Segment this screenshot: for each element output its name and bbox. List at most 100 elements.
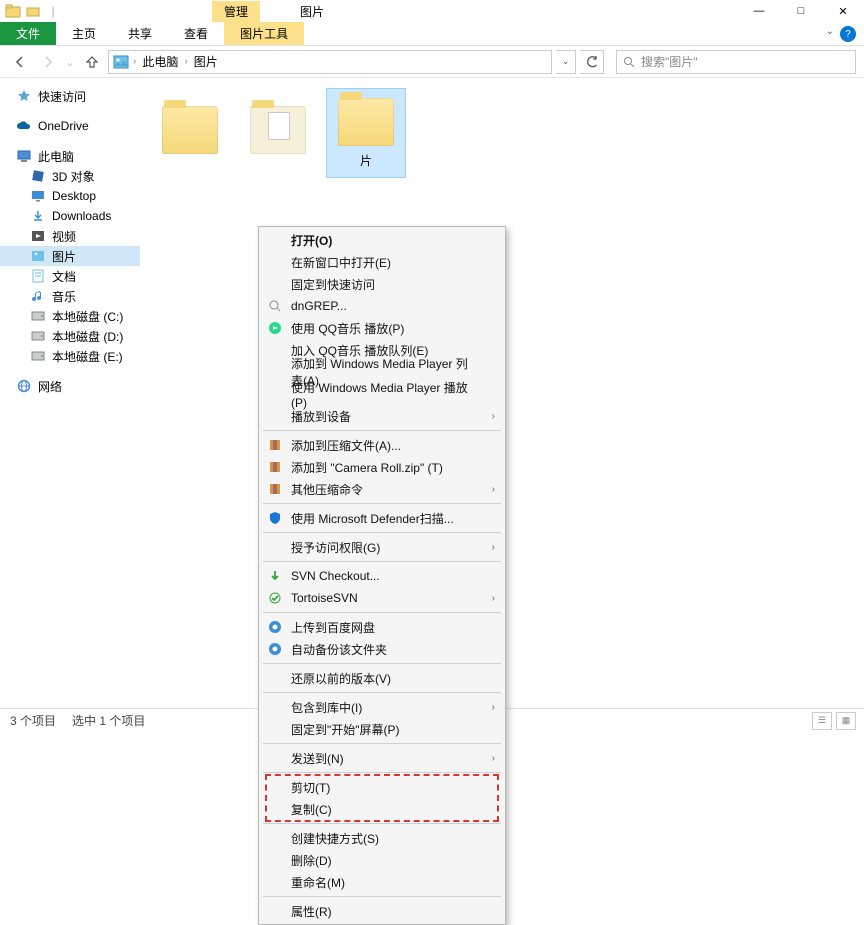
- menu-separator: [263, 503, 501, 504]
- search-input[interactable]: 搜索"图片": [616, 50, 856, 74]
- menu-item[interactable]: 上传到百度网盘: [261, 616, 503, 638]
- folder-icon: [250, 106, 306, 154]
- menu-item-label: 自动备份该文件夹: [291, 641, 387, 658]
- up-button[interactable]: [80, 50, 104, 74]
- tree-item-drive[interactable]: 本地磁盘 (D:): [0, 326, 140, 346]
- refresh-button[interactable]: [580, 50, 604, 74]
- folder-icon: [4, 2, 22, 20]
- tab-share[interactable]: 共享: [112, 22, 168, 45]
- menu-item[interactable]: SVN Checkout...: [261, 565, 503, 587]
- content-area[interactable]: 片 打开(O)在新窗口中打开(E)固定到快速访问 dnGREP... 使用 QQ音乐…: [140, 78, 864, 708]
- menu-item[interactable]: 发送到(N)›: [261, 747, 503, 769]
- menu-item-label: 剪切(T): [291, 779, 330, 796]
- menu-separator: [263, 532, 501, 533]
- menu-item[interactable]: 固定到快速访问: [261, 273, 503, 295]
- tree-item-3d[interactable]: 3D 对象: [0, 166, 140, 186]
- folder-item[interactable]: 片: [326, 88, 406, 178]
- menu-item[interactable]: 自动备份该文件夹: [261, 638, 503, 660]
- view-details-icon[interactable]: ☰: [812, 712, 832, 730]
- address-dropdown[interactable]: ⌄: [556, 50, 576, 74]
- menu-item-label: 复制(C): [291, 801, 332, 818]
- menu-item[interactable]: 固定到"开始"屏幕(P): [261, 718, 503, 740]
- menu-item[interactable]: 播放到设备›: [261, 405, 503, 427]
- tree-item-drive[interactable]: 本地磁盘 (C:): [0, 306, 140, 326]
- view-tiles-icon[interactable]: ▦: [836, 712, 856, 730]
- menu-item[interactable]: TortoiseSVN›: [261, 587, 503, 609]
- menu-item[interactable]: 删除(D): [261, 849, 503, 871]
- menu-separator: [263, 823, 501, 824]
- menu-item[interactable]: 使用 Windows Media Player 播放(P): [261, 383, 503, 405]
- status-selected-count: 选中 1 个项目: [72, 712, 145, 729]
- tree-item-drive[interactable]: 本地磁盘 (E:): [0, 346, 140, 366]
- menu-item[interactable]: 属性(R): [261, 900, 503, 922]
- menu-separator: [263, 612, 501, 613]
- menu-item[interactable]: 包含到库中(I)›: [261, 696, 503, 718]
- menu-item[interactable]: 复制(C): [261, 798, 503, 820]
- minimize-button[interactable]: —: [738, 0, 780, 22]
- menu-item-label: dnGREP...: [291, 299, 347, 313]
- folder-item[interactable]: [238, 88, 318, 178]
- folder-small-icon[interactable]: [24, 2, 42, 20]
- crumb-sep-icon[interactable]: ›: [133, 56, 136, 67]
- view-switcher: ☰ ▦: [812, 712, 856, 730]
- tree-this-pc[interactable]: 此电脑: [0, 146, 140, 166]
- qat-divider: |: [44, 2, 62, 20]
- menu-item-label: 删除(D): [291, 852, 332, 869]
- menu-item[interactable]: 打开(O): [261, 229, 503, 251]
- forward-button[interactable]: [36, 50, 60, 74]
- crumb-pictures[interactable]: 图片: [192, 53, 220, 70]
- ribbon-collapse-icon[interactable]: ⌄: [826, 26, 834, 37]
- back-button[interactable]: [8, 50, 32, 74]
- menu-item[interactable]: 使用 QQ音乐 播放(P): [261, 317, 503, 339]
- tab-file[interactable]: 文件: [0, 22, 56, 45]
- videos-icon: [30, 228, 46, 244]
- history-dropdown[interactable]: ⌄: [64, 50, 76, 74]
- drive-icon: [30, 328, 46, 344]
- tab-picture-tools[interactable]: 图片工具: [224, 22, 304, 45]
- crumb-this-pc[interactable]: 此电脑: [140, 53, 180, 70]
- rar-icon: [267, 437, 283, 453]
- address-bar[interactable]: › 此电脑 › 图片: [108, 50, 552, 74]
- menu-item[interactable]: 剪切(T): [261, 776, 503, 798]
- tree-item-desktop[interactable]: Desktop: [0, 186, 140, 206]
- crumb-sep-icon[interactable]: ›: [184, 56, 187, 67]
- tree-item-downloads[interactable]: Downloads: [0, 206, 140, 226]
- folder-item[interactable]: [150, 88, 230, 178]
- close-button[interactable]: ✕: [822, 0, 864, 22]
- menu-item[interactable]: 重命名(M): [261, 871, 503, 893]
- menu-item[interactable]: 授予访问权限(G)›: [261, 536, 503, 558]
- star-icon: [16, 88, 32, 104]
- tree-item-label: 视频: [52, 228, 76, 245]
- tree-item-videos[interactable]: 视频: [0, 226, 140, 246]
- menu-item-label: 播放到设备: [291, 408, 351, 425]
- menu-item[interactable]: 添加到压缩文件(A)...: [261, 434, 503, 456]
- menu-item[interactable]: 还原以前的版本(V): [261, 667, 503, 689]
- tree-item-label: Desktop: [52, 189, 96, 203]
- maximize-button[interactable]: □: [780, 0, 822, 22]
- menu-item-label: 使用 Microsoft Defender扫描...: [291, 510, 454, 527]
- tree-network[interactable]: 网络: [0, 376, 140, 396]
- tab-home[interactable]: 主页: [56, 22, 112, 45]
- menu-item[interactable]: 创建快捷方式(S): [261, 827, 503, 849]
- menu-item[interactable]: 添加到 "Camera Roll.zip" (T): [261, 456, 503, 478]
- help-icon[interactable]: ?: [840, 26, 856, 42]
- menu-item-label: 上传到百度网盘: [291, 619, 375, 636]
- menu-item[interactable]: dnGREP...: [261, 295, 503, 317]
- tree-item-label: 图片: [52, 248, 76, 265]
- menu-item[interactable]: 使用 Microsoft Defender扫描...: [261, 507, 503, 529]
- pictures-icon: [113, 55, 129, 69]
- baidu-icon: [267, 619, 283, 635]
- menu-item-label: 还原以前的版本(V): [291, 670, 391, 687]
- tree-onedrive[interactable]: OneDrive: [0, 116, 140, 136]
- tree-item-documents[interactable]: 文档: [0, 266, 140, 286]
- tree-quick-access[interactable]: 快速访问: [0, 86, 140, 106]
- tab-view[interactable]: 查看: [168, 22, 224, 45]
- title-bar: | 管理 图片 — □ ✕: [0, 0, 864, 22]
- pictures-icon: [30, 248, 46, 264]
- menu-item[interactable]: 在新窗口中打开(E): [261, 251, 503, 273]
- tree-item-pictures[interactable]: 图片: [0, 246, 140, 266]
- tree-item-music[interactable]: 音乐: [0, 286, 140, 306]
- menu-item-label: 包含到库中(I): [291, 699, 362, 716]
- menu-item[interactable]: 其他压缩命令›: [261, 478, 503, 500]
- context-menu: 打开(O)在新窗口中打开(E)固定到快速访问 dnGREP... 使用 QQ音乐 播…: [258, 226, 506, 925]
